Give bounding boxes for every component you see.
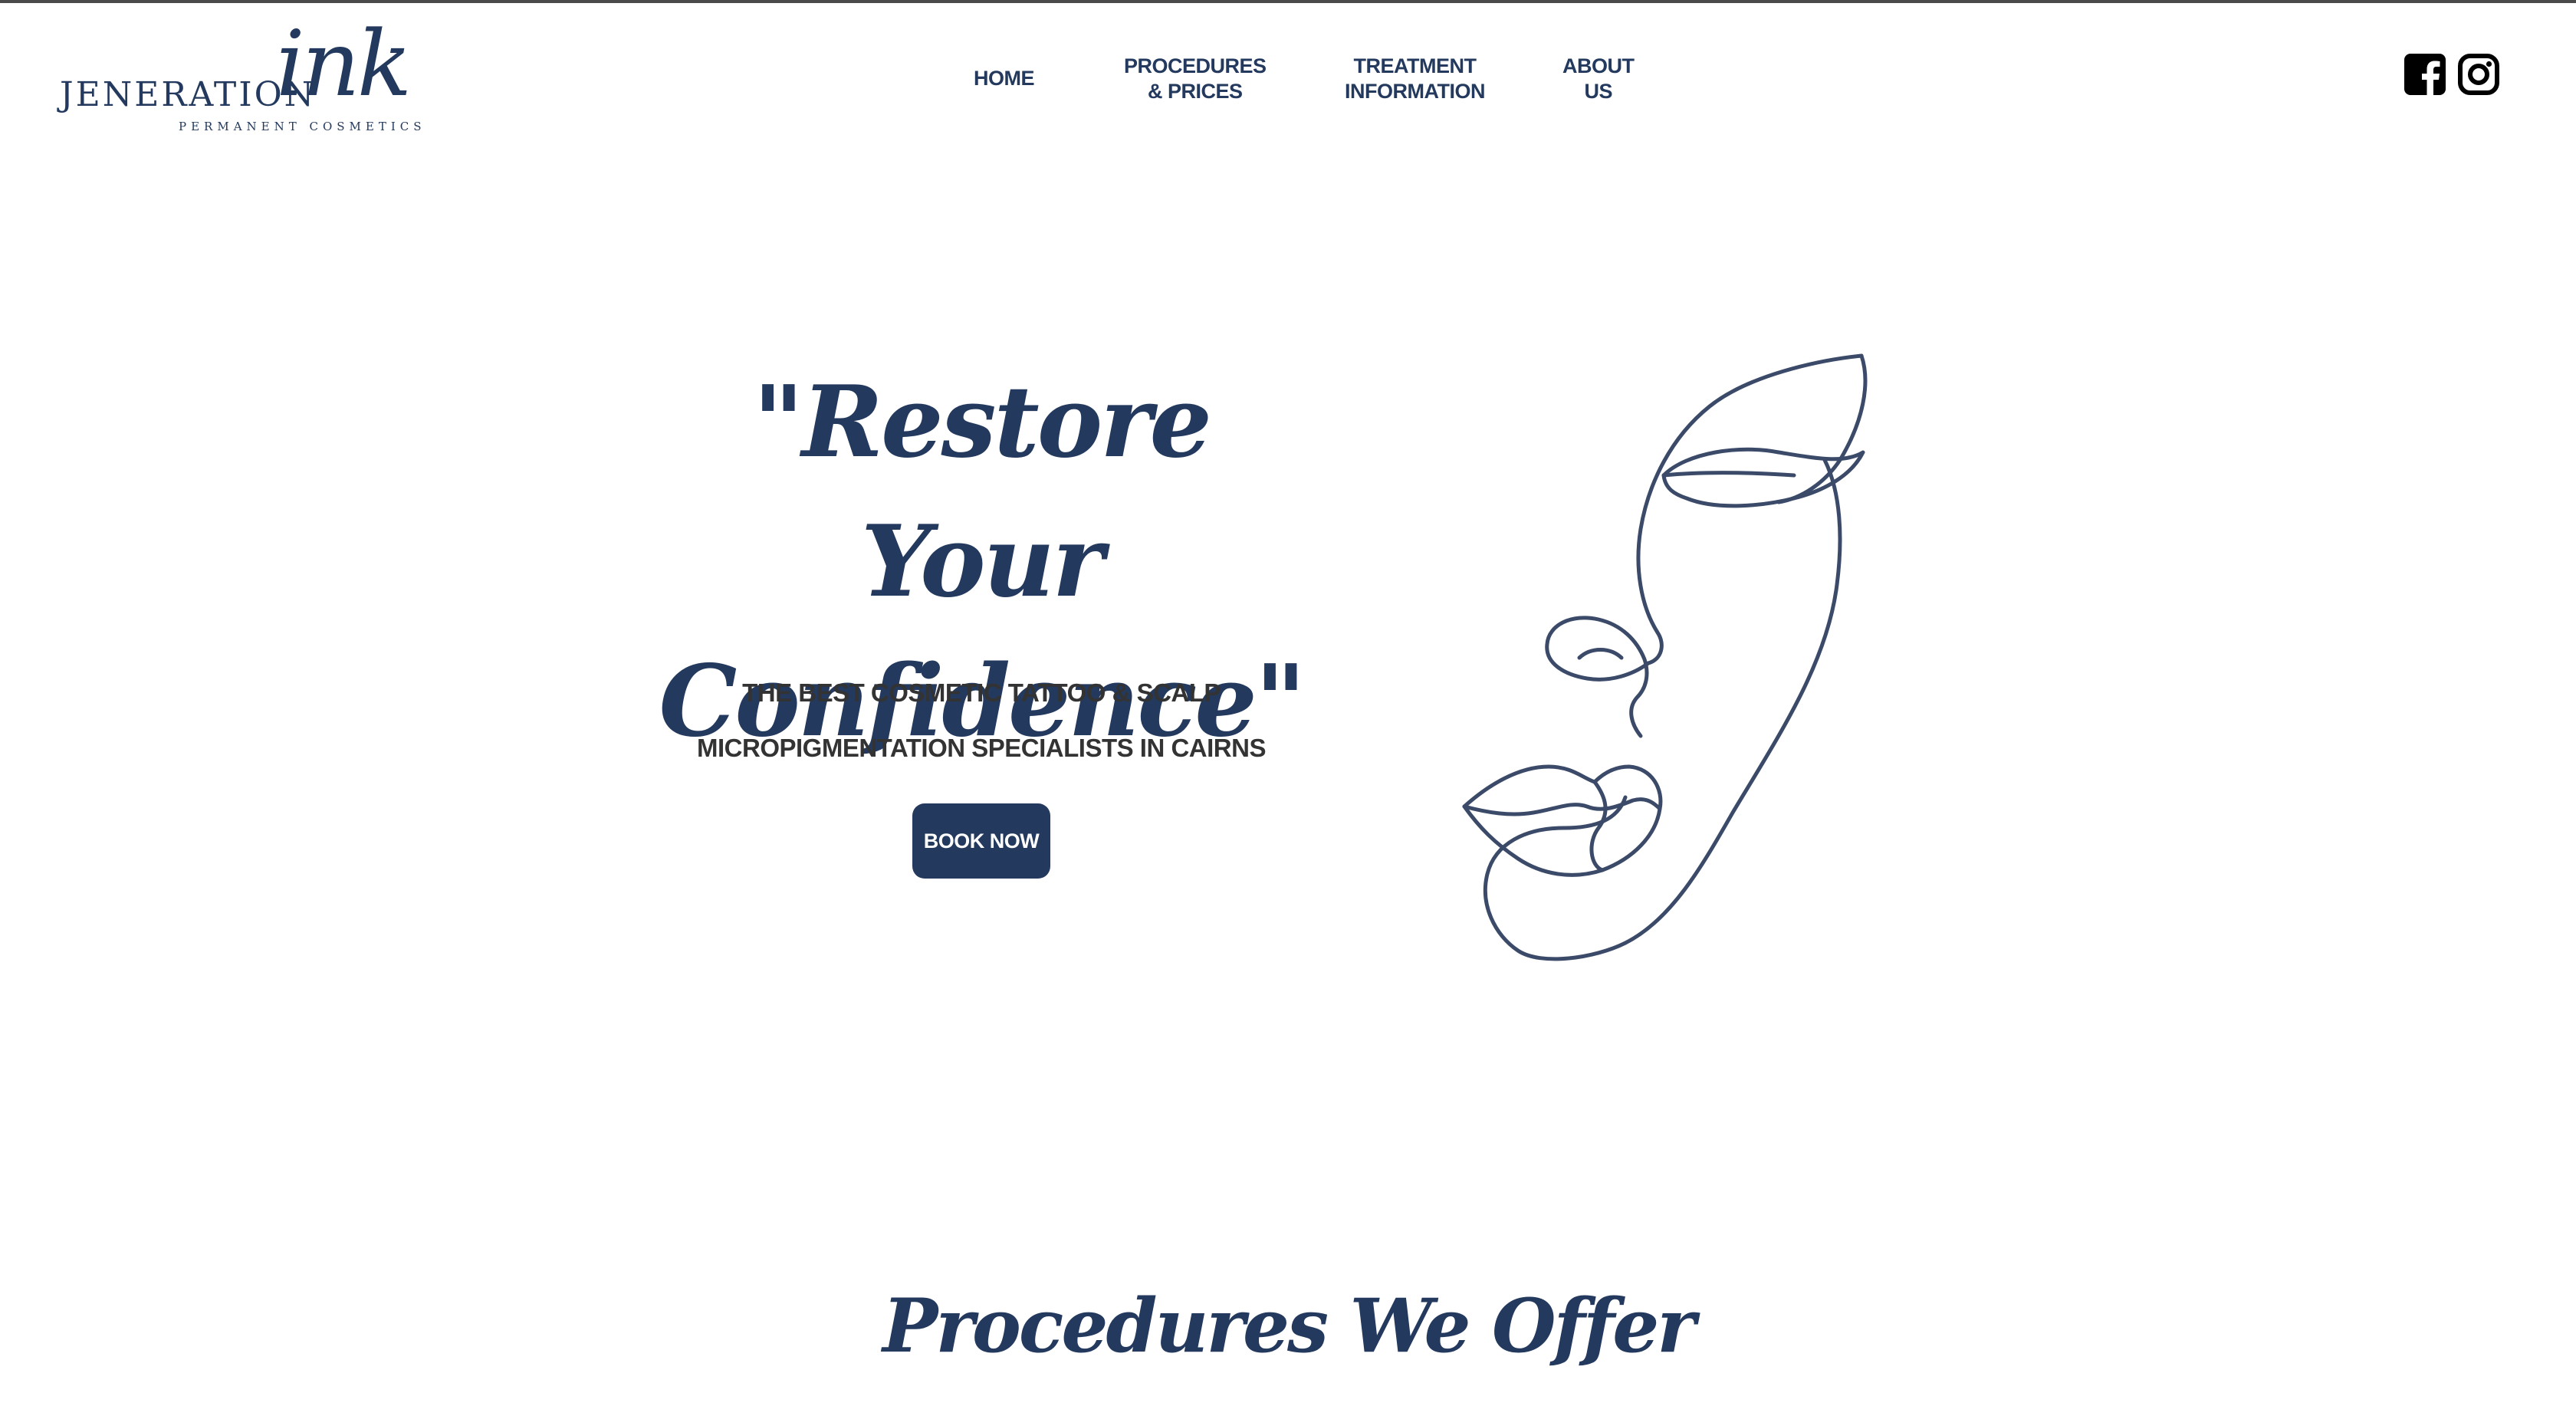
hero-title-line-1: "Restore Your [753, 365, 1212, 619]
nav-item-procedures-label-2: & PRICES [1148, 80, 1243, 103]
nav-item-procedures-label-1: PROCEDURES [1124, 54, 1267, 77]
logo-script: ink [276, 11, 412, 117]
procedures-section-title: Procedures We Offer [882, 1283, 1696, 1369]
social-links [2403, 52, 2502, 98]
nav-item-home[interactable]: HOME [974, 66, 1035, 91]
nav-item-about-label-2: US [1584, 80, 1612, 103]
site-logo[interactable]: JENERATION ink PERMANENT COSMETICS [60, 18, 428, 141]
book-now-button[interactable]: BOOK NOW [912, 803, 1050, 879]
instagram-icon[interactable] [2456, 52, 2501, 97]
nav-item-treatment-information[interactable]: TREATMENT INFORMATION [1345, 54, 1485, 104]
hero-subtitle: THE BEST COSMETIC TATTOO & SCALP MICROPI… [675, 665, 1288, 776]
hero-subtitle-line-2: MICROPIGMENTATION SPECIALISTS IN CAIRNS [697, 734, 1266, 762]
site-header: JENERATION ink PERMANENT COSMETICS HOME … [0, 3, 2576, 156]
nav-item-treatment-label-1: TREATMENT [1353, 54, 1477, 77]
face-line-art-illustration [1462, 353, 1868, 961]
main-nav: HOME PROCEDURES & PRICES TREATMENT INFOR… [943, 54, 1664, 115]
nav-item-procedures-prices[interactable]: PROCEDURES & PRICES [1124, 54, 1267, 104]
facebook-icon[interactable] [2403, 52, 2447, 97]
nav-item-home-label: HOME [974, 67, 1035, 90]
nav-item-treatment-label-2: INFORMATION [1345, 80, 1485, 103]
nav-item-about-label-1: ABOUT [1562, 54, 1635, 77]
page: JENERATION ink PERMANENT COSMETICS HOME … [0, 0, 2576, 1406]
logo-tagline: PERMANENT COSMETICS [179, 120, 426, 133]
hero-subtitle-line-1: THE BEST COSMETIC TATTOO & SCALP [742, 678, 1221, 707]
nav-item-about-us[interactable]: ABOUT US [1562, 54, 1635, 104]
